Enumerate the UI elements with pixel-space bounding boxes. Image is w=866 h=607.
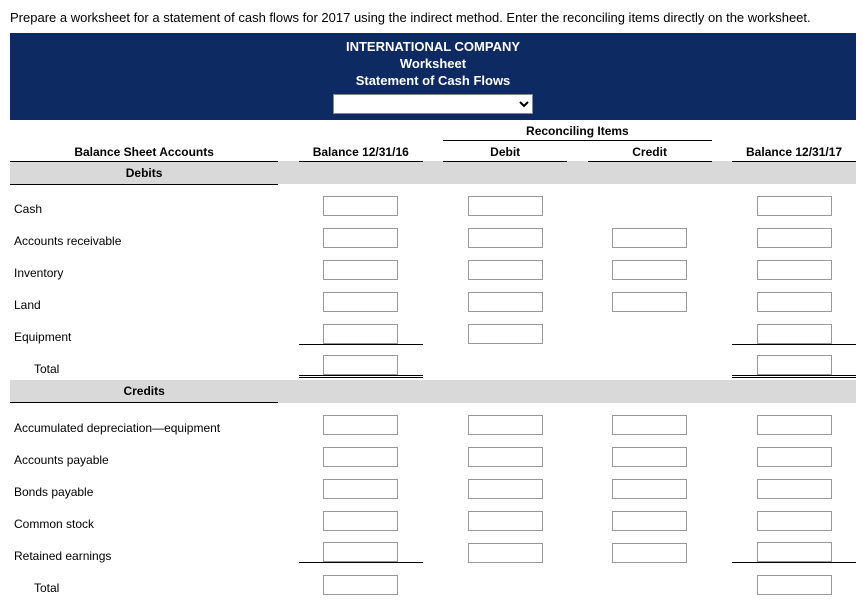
cs-debit[interactable] <box>468 511 543 531</box>
col-accounts: Balance Sheet Accounts <box>10 140 278 161</box>
row-total-credits: Total <box>10 563 856 595</box>
debits-section-label: Debits <box>10 161 278 184</box>
row-ap: Accounts payable <box>10 435 856 467</box>
debits-section-row: Debits <box>10 161 856 184</box>
accdep-credit[interactable] <box>612 415 687 435</box>
worksheet-header: INTERNATIONAL COMPANY Worksheet Statemen… <box>10 33 856 94</box>
ap-balance-end[interactable] <box>757 447 832 467</box>
label-cash: Cash <box>10 184 278 216</box>
label-accdep: Accumulated depreciation—equipment <box>10 403 278 435</box>
label-ar: Accounts receivable <box>10 216 278 248</box>
header-select-row <box>10 94 856 120</box>
bp-balance-end[interactable] <box>757 479 832 499</box>
land-balance-end[interactable] <box>757 292 832 312</box>
row-re: Retained earnings <box>10 531 856 563</box>
bp-debit[interactable] <box>468 479 543 499</box>
re-credit[interactable] <box>612 543 687 563</box>
ar-balance-begin[interactable] <box>323 228 398 248</box>
cs-balance-begin[interactable] <box>323 511 398 531</box>
equip-balance-end[interactable] <box>757 324 832 344</box>
reconciling-items-header: Reconciling Items <box>443 120 711 141</box>
cs-credit[interactable] <box>612 511 687 531</box>
ar-debit[interactable] <box>468 228 543 248</box>
worksheet-container: INTERNATIONAL COMPANY Worksheet Statemen… <box>10 33 856 595</box>
worksheet-title: Worksheet <box>10 56 856 73</box>
column-header-row: Balance Sheet Accounts Balance 12/31/16 … <box>10 140 856 161</box>
accdep-debit[interactable] <box>468 415 543 435</box>
label-ap: Accounts payable <box>10 435 278 467</box>
row-bp: Bonds payable <box>10 467 856 499</box>
cash-balance-begin[interactable] <box>323 196 398 216</box>
label-equip: Equipment <box>10 312 278 344</box>
land-balance-begin[interactable] <box>323 292 398 312</box>
ap-balance-begin[interactable] <box>323 447 398 467</box>
total-credits-end[interactable] <box>757 575 832 595</box>
bp-balance-begin[interactable] <box>323 479 398 499</box>
instruction-text: Prepare a worksheet for a statement of c… <box>10 10 856 25</box>
col-balance-begin: Balance 12/31/16 <box>299 140 423 161</box>
label-total-debits: Total <box>10 344 278 376</box>
period-select[interactable] <box>333 94 533 114</box>
row-cash: Cash <box>10 184 856 216</box>
worksheet-subtitle: Statement of Cash Flows <box>10 73 856 90</box>
label-inv: Inventory <box>10 248 278 280</box>
group-header-row: Reconciling Items <box>10 120 856 141</box>
ap-debit[interactable] <box>468 447 543 467</box>
ar-balance-end[interactable] <box>757 228 832 248</box>
company-name: INTERNATIONAL COMPANY <box>10 39 856 56</box>
row-cs: Common stock <box>10 499 856 531</box>
inv-credit[interactable] <box>612 260 687 280</box>
cash-debit[interactable] <box>468 196 543 216</box>
inv-balance-end[interactable] <box>757 260 832 280</box>
label-cs: Common stock <box>10 499 278 531</box>
equip-balance-begin[interactable] <box>323 324 398 344</box>
re-debit[interactable] <box>468 543 543 563</box>
label-re: Retained earnings <box>10 531 278 563</box>
col-balance-end: Balance 12/31/17 <box>732 140 856 161</box>
land-debit[interactable] <box>468 292 543 312</box>
inv-debit[interactable] <box>468 260 543 280</box>
label-total-credits: Total <box>10 563 278 595</box>
label-land: Land <box>10 280 278 312</box>
row-inv: Inventory <box>10 248 856 280</box>
label-bp: Bonds payable <box>10 467 278 499</box>
col-credit: Credit <box>588 140 712 161</box>
total-debits-begin[interactable] <box>323 355 398 375</box>
cs-balance-end[interactable] <box>757 511 832 531</box>
worksheet-table: Reconciling Items Balance Sheet Accounts… <box>10 120 856 595</box>
accdep-balance-begin[interactable] <box>323 415 398 435</box>
ap-credit[interactable] <box>612 447 687 467</box>
row-total-debits: Total <box>10 344 856 376</box>
col-debit: Debit <box>443 140 567 161</box>
credits-section-label: Credits <box>10 380 278 403</box>
re-balance-begin[interactable] <box>323 542 398 562</box>
land-credit[interactable] <box>612 292 687 312</box>
total-credits-begin[interactable] <box>323 575 398 595</box>
equip-debit[interactable] <box>468 324 543 344</box>
row-ar: Accounts receivable <box>10 216 856 248</box>
cash-balance-end[interactable] <box>757 196 832 216</box>
row-equip: Equipment <box>10 312 856 344</box>
ar-credit[interactable] <box>612 228 687 248</box>
row-land: Land <box>10 280 856 312</box>
accdep-balance-end[interactable] <box>757 415 832 435</box>
bp-credit[interactable] <box>612 479 687 499</box>
total-debits-end[interactable] <box>757 355 832 375</box>
inv-balance-begin[interactable] <box>323 260 398 280</box>
credits-section-row: Credits <box>10 380 856 403</box>
re-balance-end[interactable] <box>757 542 832 562</box>
row-accdep: Accumulated depreciation—equipment <box>10 403 856 435</box>
